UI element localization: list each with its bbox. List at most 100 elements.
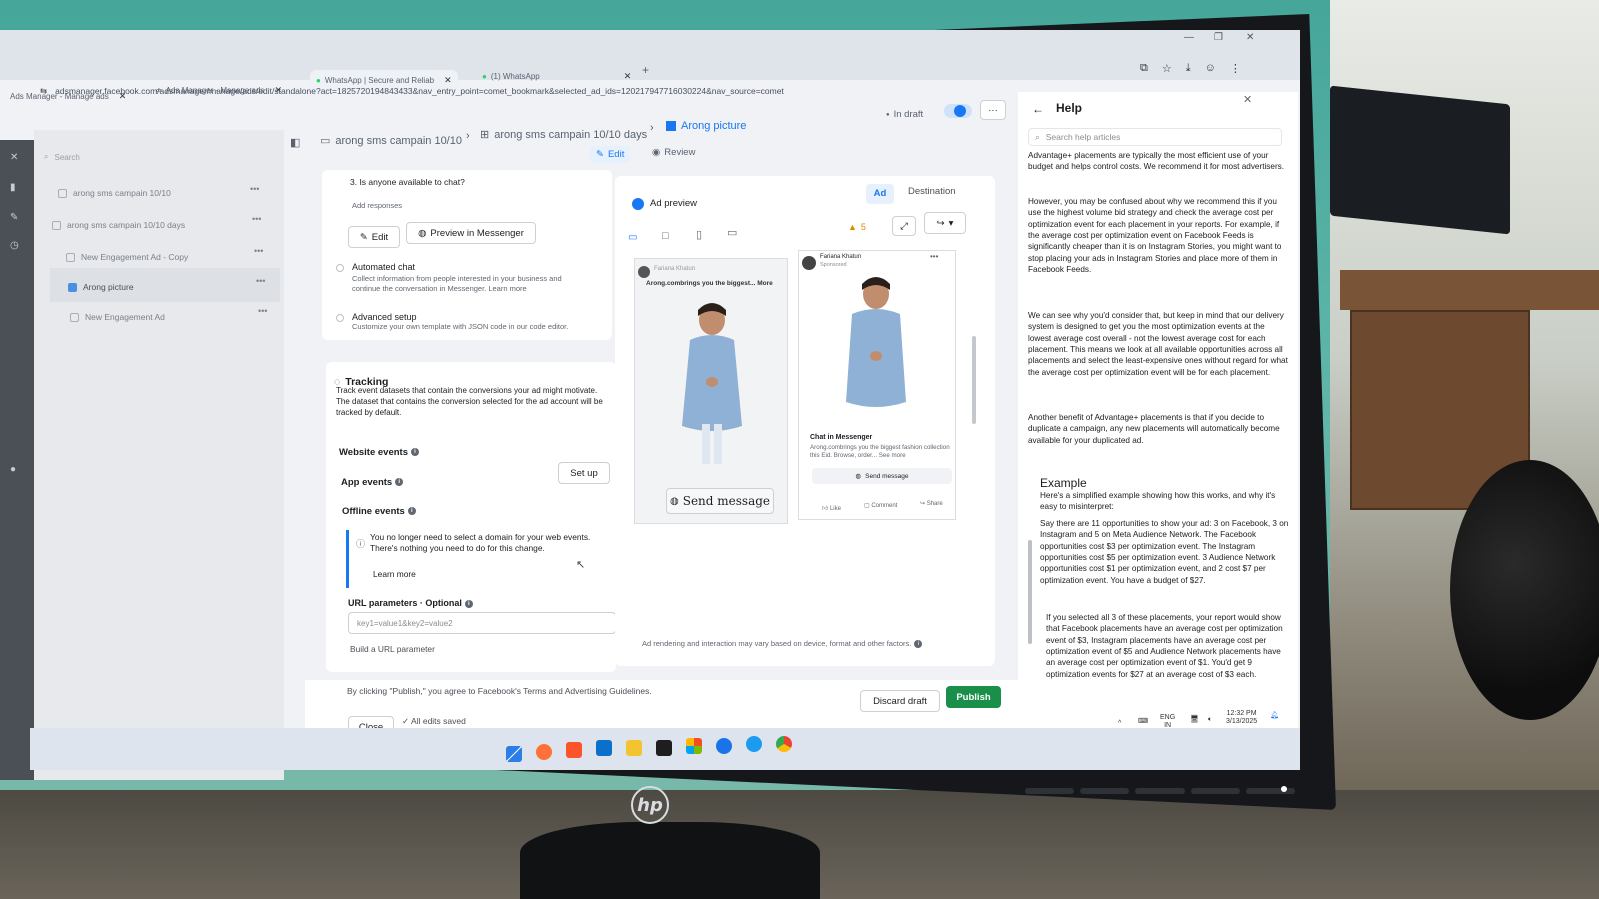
like-button[interactable]: 👍︎ Like xyxy=(822,504,841,512)
sidebar-toggle-icon[interactable]: ◧ xyxy=(290,136,300,149)
more-options-icon[interactable]: ••• xyxy=(930,252,938,261)
vertical-format-icon[interactable]: ▯ xyxy=(696,228,702,241)
preview-scrollbar[interactable] xyxy=(972,336,976,424)
second-monitor xyxy=(1330,85,1510,235)
clock-icon[interactable]: ◷ xyxy=(10,240,24,252)
learn-more-link[interactable]: Learn more xyxy=(373,569,416,580)
expand-icon[interactable]: ⤢ xyxy=(892,216,916,236)
edit-button[interactable]: ✎ Edit xyxy=(348,226,400,248)
more-options-icon[interactable]: ••• xyxy=(254,246,263,256)
feed-headline: Chat in Messenger xyxy=(810,434,873,441)
automated-chat-radio[interactable] xyxy=(336,264,344,272)
language-indicator[interactable]: ENG IN xyxy=(1160,714,1175,731)
close-window-icon[interactable]: ✕ xyxy=(1246,32,1254,43)
add-responses-link[interactable]: Add responses xyxy=(352,201,402,210)
messenger-icon: ◍ xyxy=(855,473,862,480)
cast-icon[interactable]: ⧉ xyxy=(1140,62,1148,75)
windows-start-icon[interactable] xyxy=(506,746,522,762)
edge-icon[interactable] xyxy=(716,738,732,754)
help-paragraph: Say there are 11 opportunities to show y… xyxy=(1040,519,1289,585)
share-button[interactable]: ↪ Share xyxy=(920,500,943,507)
horizontal-format-icon[interactable]: ▭ xyxy=(727,226,737,239)
advanced-setup-radio[interactable] xyxy=(336,314,344,322)
bookmark-star-icon[interactable]: ☆ xyxy=(1162,62,1172,75)
more-options-icon[interactable]: ••• xyxy=(256,276,265,286)
setup-button[interactable]: Set up xyxy=(558,462,610,484)
feed-send-message-button[interactable]: ◍ Send message xyxy=(812,468,952,484)
domain-notice: You no longer need to select a domain fo… xyxy=(370,532,591,554)
automated-chat-desc: Collect information from people interest… xyxy=(352,274,562,294)
terminal-icon[interactable] xyxy=(656,740,672,756)
preview-in-messenger-button[interactable]: ◍ Preview in Messenger xyxy=(406,222,536,244)
share-preview-button[interactable]: ↪ ▾ xyxy=(924,212,966,234)
square-format-icon[interactable]: □ xyxy=(662,230,669,242)
sidebar-item-adset[interactable]: arong sms campain 10/10 days xyxy=(52,220,185,230)
download-icon[interactable]: ⤓ xyxy=(1186,62,1191,75)
help-scrollbar[interactable] xyxy=(1028,540,1032,644)
profile-icon[interactable]: ☺ xyxy=(1205,62,1216,75)
chrome-icon[interactable] xyxy=(776,736,792,752)
breadcrumb-adset[interactable]: ⊞ arong sms campain 10/10 days xyxy=(480,128,647,142)
sidebar-item-ad[interactable]: New Engagement Ad xyxy=(70,312,165,322)
volume-icon[interactable]: 🔈︎ xyxy=(1208,716,1212,724)
comment-button[interactable]: ▢ Comment xyxy=(864,502,897,509)
brave-icon[interactable] xyxy=(566,742,582,758)
sidebar-item-ad[interactable]: New Engagement Ad - Copy xyxy=(66,252,188,262)
folder-icon xyxy=(58,188,67,198)
new-tab-button[interactable]: + xyxy=(636,60,655,80)
sidebar-item-ad-active[interactable]: Arong picture xyxy=(68,282,134,292)
ad-preview-toggle[interactable] xyxy=(632,198,644,210)
sidebar-item-campaign[interactable]: arong sms campain 10/10 xyxy=(58,188,171,198)
more-options-icon[interactable]: ••• xyxy=(252,214,261,224)
all-placements-icon[interactable]: ▭ xyxy=(628,232,637,243)
preview-disclaimer: Ad rendering and interaction may vary ba… xyxy=(642,639,923,649)
breadcrumb-ad[interactable]: Arong picture xyxy=(666,120,746,132)
info-icon[interactable]: i xyxy=(464,599,473,608)
info-icon[interactable]: i xyxy=(395,478,404,487)
help-paragraph: If you selected all 3 of these placement… xyxy=(1046,613,1283,679)
expand-icon[interactable]: ● xyxy=(10,464,24,476)
firefox-icon[interactable] xyxy=(536,744,552,760)
store-icon[interactable] xyxy=(686,738,702,754)
vscode-icon[interactable] xyxy=(596,740,612,756)
pencil-icon[interactable]: ✎ xyxy=(10,212,24,224)
network-icon[interactable]: 🖥︎ xyxy=(1190,716,1199,724)
breadcrumb-campaign[interactable]: ▭ arong sms campain 10/10 xyxy=(320,134,462,148)
more-options-icon[interactable]: ••• xyxy=(258,306,267,316)
more-options-icon[interactable]: ••• xyxy=(250,184,259,194)
story-send-message-button[interactable]: ◍ Send message xyxy=(666,488,774,514)
tab-ad[interactable]: Ad xyxy=(866,184,894,204)
sidebar-search[interactable]: ⌕ Search xyxy=(44,148,264,166)
info-icon[interactable]: i xyxy=(914,640,923,649)
url-parameters-input[interactable]: key1=value1&key2=value2 xyxy=(348,612,616,634)
discard-draft-button[interactable]: Discard draft xyxy=(860,690,940,712)
check-icon: ✓ xyxy=(402,716,410,726)
edge-dev-icon[interactable] xyxy=(746,736,762,752)
keyboard-icon[interactable]: ⌨ xyxy=(1138,718,1148,726)
minimize-icon[interactable]: — xyxy=(1184,32,1194,43)
warnings-indicator[interactable]: ▲ 5 xyxy=(848,222,866,232)
product-photo xyxy=(682,303,742,464)
more-options-button[interactable]: ··· xyxy=(980,100,1006,120)
info-icon[interactable]: i xyxy=(407,507,416,516)
menu-kebab-icon[interactable]: ⋮ xyxy=(1230,62,1241,75)
notification-bell-icon[interactable]: 🔔︎ xyxy=(1270,712,1279,720)
close-icon[interactable]: ✕ xyxy=(10,152,24,164)
maximize-icon[interactable]: ❐ xyxy=(1214,32,1223,43)
chart-icon[interactable]: ▮ xyxy=(10,182,24,194)
edit-mode-tab[interactable]: ✎ Edit xyxy=(590,146,631,163)
close-icon[interactable]: ✕ xyxy=(1243,93,1252,106)
review-mode-tab[interactable]: ◉ Review xyxy=(646,144,701,161)
feed-sponsored: Sponsored xyxy=(820,262,847,268)
info-icon[interactable]: i xyxy=(411,448,419,457)
build-url-link[interactable]: Build a URL parameter xyxy=(350,644,435,654)
publish-button[interactable]: Publish xyxy=(946,686,1001,708)
tab-destination[interactable]: Destination xyxy=(908,186,956,197)
address-bar[interactable]: ⇆ adsmanager.facebook.com/adsmanager/man… xyxy=(40,80,1150,102)
clock[interactable]: 12:32 PM 3/13/2025 xyxy=(1226,710,1257,727)
chevron-up-icon[interactable]: ^ xyxy=(1118,720,1121,728)
help-search-input[interactable]: ⌕ Search help articles xyxy=(1028,128,1282,146)
site-info-icon[interactable]: ⇆ xyxy=(40,86,47,97)
back-arrow-icon[interactable]: ← xyxy=(1032,102,1044,116)
file-explorer-icon[interactable] xyxy=(626,740,642,756)
